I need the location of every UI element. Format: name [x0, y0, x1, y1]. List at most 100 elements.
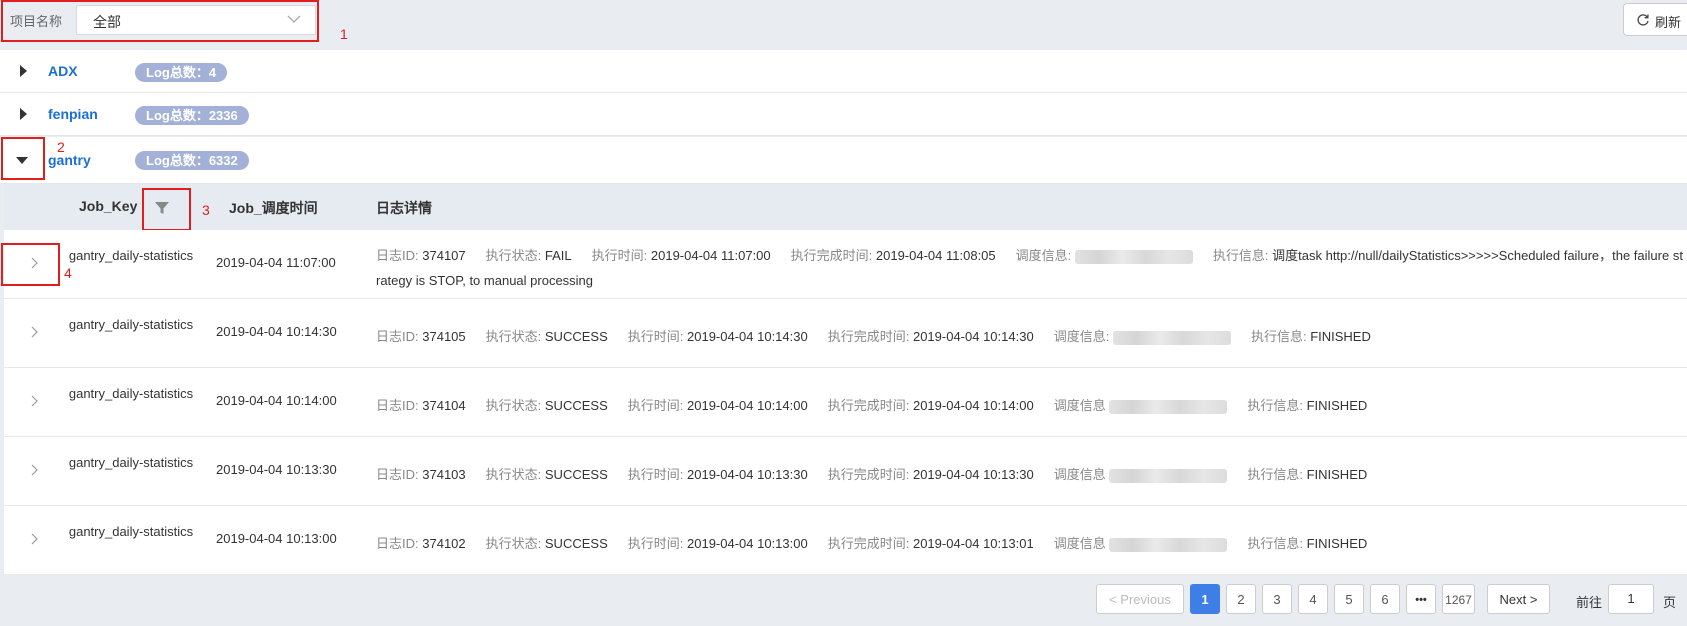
job-key: gantry_daily-statistics [68, 524, 194, 539]
goto-page-input[interactable]: 1 [1608, 584, 1654, 614]
refresh-icon [1637, 14, 1649, 26]
job-key: gantry_daily-statistics [68, 455, 194, 470]
table-row[interactable]: gantry_daily-statistics 2019-04-04 11:07… [4, 230, 1687, 299]
done-time-label: 执行完成时间: [827, 467, 910, 482]
more-pages-ellipsis[interactable]: ••• [1406, 584, 1436, 614]
status-label: 执行状态: [485, 536, 542, 551]
schedule-info-label: 调度信息 [1053, 467, 1106, 482]
log-id-label: 日志ID: [376, 398, 419, 413]
group-name[interactable]: gantry [48, 152, 91, 168]
group-name[interactable]: fenpian [48, 106, 98, 122]
annotation-number-2: 2 [57, 139, 65, 155]
job-key: gantry_daily-statistics [68, 386, 194, 401]
status-label: 执行状态: [485, 467, 542, 482]
blurred-schedule-info [1112, 330, 1231, 345]
page-button-6[interactable]: 6 [1370, 584, 1400, 614]
exec-time: 2019-04-04 10:14:00 [687, 398, 808, 413]
refresh-button[interactable]: 刷新 [1623, 3, 1687, 36]
log-count-badge: Log总数：6332 [135, 151, 249, 170]
page-button-4[interactable]: 4 [1298, 584, 1328, 614]
annotation-box-3 [142, 188, 191, 231]
page-button-last[interactable]: 1267 [1442, 584, 1475, 614]
exec-time-label: 执行时间: [591, 248, 648, 263]
caret-right-icon[interactable] [17, 107, 29, 121]
log-count-badge: Log总数：2336 [135, 106, 249, 125]
exec-info: FINISHED [1306, 467, 1368, 482]
exec-info: FINISHED [1306, 398, 1368, 413]
done-time: 2019-04-04 10:13:01 [912, 536, 1034, 551]
next-page-button[interactable]: Next > [1487, 584, 1550, 614]
group-row-gantry[interactable]: gantry Log总数：6332 [0, 137, 1687, 184]
table-row[interactable]: gantry_daily-statistics 2019-04-04 10:13… [4, 506, 1687, 575]
exec-info-label: 执行信息: [1250, 329, 1307, 344]
schedule-info-label: 调度信息 [1053, 536, 1106, 551]
log-id: 374103 [422, 467, 466, 482]
log-detail: 日志ID: 374105 执行状态: SUCCESS 执行时间: 2019-04-0… [376, 324, 1686, 349]
status-label: 执行状态: [485, 398, 542, 413]
chevron-right-icon[interactable] [29, 394, 39, 408]
exec-time: 2019-04-04 10:13:00 [687, 536, 808, 551]
schedule-info-label: 调度信息: [1015, 248, 1072, 263]
log-detail: 日志ID: 374103 执行状态: SUCCESS 执行时间: 2019-04-0… [376, 462, 1686, 487]
log-id-label: 日志ID: [376, 329, 419, 344]
page-button-3[interactable]: 3 [1262, 584, 1292, 614]
page-button-5[interactable]: 5 [1334, 584, 1364, 614]
group-row-fenpian[interactable]: fenpian Log总数：2336 [0, 93, 1687, 136]
done-time: 2019-04-04 10:14:00 [912, 398, 1034, 413]
exec-time-label: 执行时间: [627, 467, 684, 482]
exec-info-label: 执行信息: [1247, 398, 1303, 413]
table-row[interactable]: gantry_daily-statistics 2019-04-04 10:14… [4, 368, 1687, 437]
status-label: 执行状态: [485, 329, 542, 344]
exec-time: 2019-04-04 10:13:30 [687, 467, 808, 482]
blurred-schedule-info [1109, 399, 1228, 414]
status: SUCCESS [544, 329, 608, 344]
log-id: 374102 [422, 536, 466, 551]
group-row-adx[interactable]: ADX Log总数：4 [0, 50, 1687, 93]
exec-info: FINISHED [1306, 536, 1368, 551]
caret-right-icon[interactable] [17, 64, 29, 78]
log-count-badge: Log总数：4 [135, 63, 228, 82]
log-id: 374105 [422, 329, 466, 344]
status: SUCCESS [544, 536, 608, 551]
done-time: 2019-04-04 11:08:05 [875, 248, 996, 263]
log-id-label: 日志ID: [376, 248, 419, 263]
exec-info-label: 执行信息: [1247, 536, 1303, 551]
schedule-info-label: 调度信息: [1053, 329, 1110, 344]
done-time-label: 执行完成时间: [790, 248, 873, 263]
log-id-label: 日志ID: [376, 536, 419, 551]
annotation-number-3: 3 [202, 202, 210, 218]
group-name[interactable]: ADX [48, 63, 78, 79]
schedule-time: 2019-04-04 11:07:00 [216, 255, 336, 270]
annotation-box-4 [1, 243, 60, 286]
schedule-time: 2019-04-04 10:13:00 [216, 531, 337, 546]
schedule-time: 2019-04-04 10:14:30 [216, 324, 337, 339]
chevron-right-icon[interactable] [29, 532, 39, 546]
column-header-schedule-time: Job_调度时间 [229, 200, 318, 216]
schedule-time: 2019-04-04 10:13:30 [216, 462, 337, 477]
log-id-label: 日志ID: [376, 467, 419, 482]
page-button-1[interactable]: 1 [1190, 584, 1220, 614]
table-row[interactable]: gantry_daily-statistics 2019-04-04 10:14… [4, 299, 1687, 368]
chevron-right-icon[interactable] [29, 463, 39, 477]
annotation-number-4: 4 [64, 265, 72, 281]
done-time-label: 执行完成时间: [827, 329, 910, 344]
log-id: 374107 [422, 248, 466, 263]
exec-time: 2019-04-04 11:07:00 [650, 248, 771, 263]
status: FAIL [544, 248, 572, 263]
log-id: 374104 [422, 398, 466, 413]
done-time-label: 执行完成时间: [827, 398, 910, 413]
log-detail: 日志ID: 374102 执行状态: SUCCESS 执行时间: 2019-04-0… [376, 531, 1686, 556]
previous-page-button[interactable]: < Previous [1096, 584, 1184, 614]
exec-time-label: 执行时间: [627, 329, 684, 344]
chevron-right-icon[interactable] [29, 325, 39, 339]
status: SUCCESS [544, 467, 608, 482]
goto-suffix: 页 [1663, 595, 1677, 610]
log-detail: 日志ID: 374107 执行状态: FAIL 执行时间: 2019-04-04 1… [376, 243, 1686, 293]
page-button-2[interactable]: 2 [1226, 584, 1256, 614]
table-row[interactable]: gantry_daily-statistics 2019-04-04 10:13… [4, 437, 1687, 506]
blurred-schedule-info [1074, 249, 1193, 264]
status-label: 执行状态: [485, 248, 542, 263]
exec-info-label: 执行信息: [1212, 248, 1269, 263]
exec-time-label: 执行时间: [627, 398, 684, 413]
schedule-time: 2019-04-04 10:14:00 [216, 393, 337, 408]
